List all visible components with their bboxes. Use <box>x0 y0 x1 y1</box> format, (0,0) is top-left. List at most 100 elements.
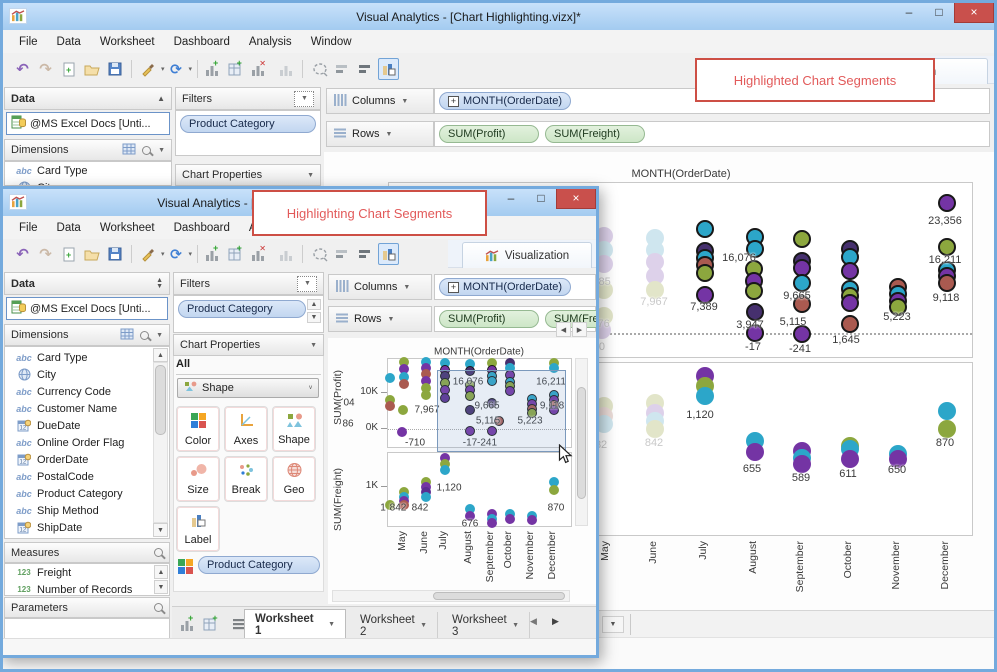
pill-sum-profit-[interactable]: SUM(Profit) <box>439 310 539 328</box>
chevron-down-icon[interactable]: ▾ <box>161 65 165 73</box>
prop-button-geo[interactable]: Geo <box>272 456 316 502</box>
minimize-button[interactable]: – <box>496 189 526 209</box>
data-point[interactable] <box>487 518 497 528</box>
chevron-down-icon[interactable]: ▼ <box>156 332 163 339</box>
undo-icon[interactable]: ↶ <box>12 58 33 80</box>
search-icon[interactable] <box>154 603 163 612</box>
dimension-item[interactable]: 12 DueDate <box>5 417 151 434</box>
new-dashboard-icon[interactable]: + <box>203 613 224 635</box>
menu-window[interactable]: Window <box>311 36 352 48</box>
data-point[interactable] <box>746 324 764 342</box>
data-point[interactable] <box>938 402 956 420</box>
table-icon[interactable] <box>122 143 136 158</box>
search-icon[interactable] <box>142 145 152 155</box>
front-rows-shelf-label[interactable]: Rows ▼ <box>328 306 432 332</box>
menu-worksheet[interactable]: Worksheet <box>100 222 155 234</box>
front-columns-shelf[interactable]: + MONTH(OrderDate) <box>434 274 596 300</box>
add-crosstab-icon[interactable]: + <box>227 58 248 80</box>
prop-button-shape[interactable]: Shape <box>272 406 316 452</box>
data-point[interactable] <box>938 238 956 256</box>
redo-icon[interactable]: ↷ <box>35 58 56 80</box>
chevron-down-icon[interactable]: ▼ <box>310 342 317 349</box>
add-crosstab-icon[interactable]: + <box>227 243 248 265</box>
expand-icon[interactable]: + <box>448 95 459 107</box>
data-point[interactable] <box>696 286 714 304</box>
front-filters-header[interactable]: Filters ▼ <box>173 272 324 295</box>
back-titlebar[interactable]: Visual Analytics - [Chart Highlighting.v… <box>3 3 994 30</box>
data-point[interactable] <box>938 194 956 212</box>
menu-dashboard[interactable]: Dashboard <box>174 36 230 48</box>
chart-disabled-icon[interactable] <box>275 58 296 80</box>
data-point[interactable] <box>841 315 859 333</box>
data-point[interactable] <box>385 373 395 383</box>
data-point[interactable] <box>793 295 811 313</box>
back-filters-header[interactable]: Filters ▼ <box>175 87 321 110</box>
pill-month-orderdate[interactable]: + MONTH(OrderDate) <box>439 92 572 110</box>
data-point[interactable] <box>421 492 431 502</box>
scroll-up-button[interactable]: ▲ <box>153 348 168 362</box>
save-icon[interactable] <box>104 58 125 80</box>
format-painter-icon[interactable] <box>138 58 159 80</box>
data-point[interactable] <box>385 401 395 411</box>
menu-data[interactable]: Data <box>57 36 81 48</box>
selection-rectangle[interactable] <box>437 370 566 452</box>
menu-dashboard[interactable]: Dashboard <box>174 222 230 234</box>
search-icon[interactable] <box>154 548 163 557</box>
dimension-item[interactable]: abc Customer Name <box>5 400 151 417</box>
prop-button-size[interactable]: Size <box>176 456 220 502</box>
menu-file[interactable]: File <box>19 222 38 234</box>
data-point[interactable] <box>793 230 811 248</box>
data-point[interactable] <box>549 485 559 495</box>
data-point[interactable] <box>696 220 714 238</box>
refresh-icon[interactable]: ⟳ <box>166 243 187 265</box>
chevron-down-icon[interactable]: ▾ <box>189 65 193 73</box>
data-point[interactable] <box>746 443 764 461</box>
prop-button-break[interactable]: Break <box>224 456 268 502</box>
menu-analysis[interactable]: Analysis <box>249 36 292 48</box>
dimension-item[interactable]: City <box>5 366 151 383</box>
chart-vertical-scrollbar[interactable] <box>575 358 588 526</box>
front-visualization-tab[interactable]: Visualization <box>462 242 592 268</box>
dimensions-scrollbar[interactable] <box>153 362 168 523</box>
back-data-panel-header[interactable]: Data ▲ <box>4 87 172 110</box>
lasso-select-icon[interactable] <box>309 243 330 265</box>
data-point[interactable] <box>397 427 407 437</box>
prop-button-axes[interactable]: Axes <box>224 406 268 452</box>
data-point[interactable] <box>746 303 764 321</box>
front-parameters-header[interactable]: Parameters <box>4 597 170 618</box>
new-file-icon[interactable]: + <box>58 243 79 265</box>
table-icon[interactable] <box>120 328 134 343</box>
add-chart-icon[interactable]: + <box>204 58 225 80</box>
chevron-down-icon[interactable]: ▼ <box>158 147 165 154</box>
refresh-icon[interactable]: ⟳ <box>166 58 187 80</box>
prop-button-color[interactable]: Color <box>176 406 220 452</box>
front-columns-shelf-label[interactable]: Columns ▼ <box>328 274 432 300</box>
chart-properties-all[interactable]: All <box>176 358 321 375</box>
tab-worksheet-1[interactable]: Worksheet 1 ▼ <box>244 609 346 639</box>
data-point[interactable] <box>841 294 859 312</box>
dimension-item[interactable]: 12 OrderDate <box>5 451 151 468</box>
data-point[interactable] <box>527 515 537 525</box>
delete-chart-icon[interactable]: ✕ <box>250 58 273 80</box>
data-point[interactable] <box>421 390 431 400</box>
filters-menu-button[interactable]: ▼ <box>297 275 317 292</box>
sort-bars-icon[interactable] <box>332 243 353 265</box>
measure-item[interactable]: 123 Number of Records <box>5 581 169 596</box>
data-point[interactable] <box>696 387 714 405</box>
dimension-item[interactable]: abc Product Category <box>5 485 151 502</box>
delete-chart-icon[interactable]: ✕ <box>250 243 273 265</box>
front-measures-header[interactable]: Measures <box>4 542 170 563</box>
chevron-down-icon[interactable]: ▼ <box>307 172 314 179</box>
sort-bars-icon[interactable] <box>332 58 353 80</box>
spin-down-button[interactable]: ▼ <box>307 312 321 323</box>
data-point[interactable] <box>440 465 450 475</box>
menu-worksheet[interactable]: Worksheet <box>100 36 155 48</box>
data-point[interactable] <box>938 420 956 438</box>
sort-bars-2-icon[interactable] <box>355 243 376 265</box>
chart-horizontal-scrollbar[interactable] <box>332 590 570 602</box>
tab-worksheet-3[interactable]: Worksheet 3 ▼ <box>442 612 530 639</box>
maximize-button[interactable]: □ <box>526 189 556 209</box>
dimension-item[interactable]: abc Currency Code <box>5 383 151 400</box>
pill-month-orderdate[interactable]: + MONTH(OrderDate) <box>439 278 572 296</box>
dimension-item[interactable]: 12 ShipDate <box>5 519 151 536</box>
